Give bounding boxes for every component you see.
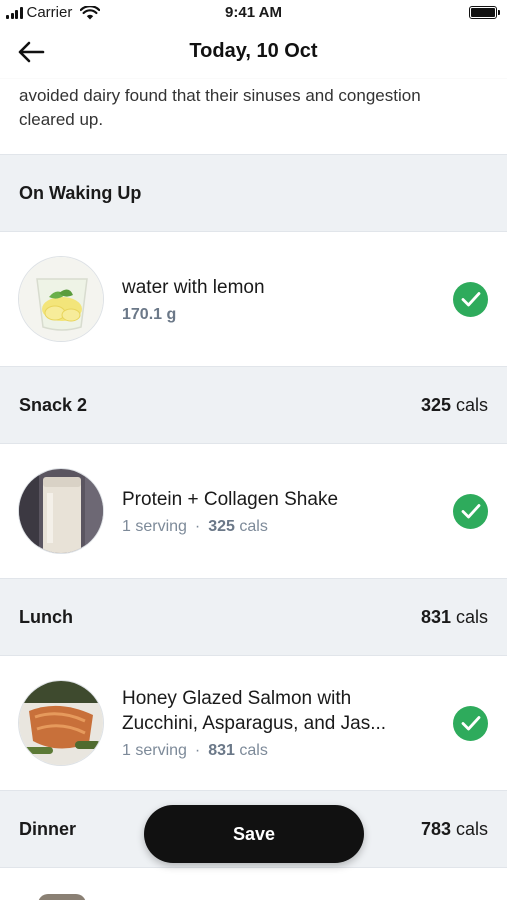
section-title: Lunch	[19, 606, 73, 627]
checkmark-icon	[461, 716, 480, 731]
battery-icon	[469, 6, 500, 19]
section-calories-value: 325	[420, 394, 451, 415]
food-name-line-1: Honey Glazed Salmon with	[122, 688, 352, 709]
section-calories: 325 cals	[421, 395, 488, 416]
food-name-line-2: Zucchini, Asparagus, and Jas...	[122, 713, 387, 734]
food-calories-unit: cals	[234, 742, 268, 759]
food-serving: 1 serving	[122, 742, 187, 759]
section-calories-unit: cals	[450, 818, 488, 839]
food-calories-unit: cals	[234, 517, 268, 535]
food-item-water-with-lemon[interactable]: water with lemon 170.1 g	[0, 232, 507, 366]
food-thumbnail	[38, 894, 86, 900]
food-calories-value: 325	[208, 517, 235, 535]
food-info: Honey Glazed Salmon with Zucchini, Aspar…	[122, 686, 441, 760]
section-calories-value: 831	[420, 606, 451, 627]
food-thumbnail	[18, 468, 104, 554]
intro-line-2: cleared up.	[19, 110, 104, 129]
checked-toggle[interactable]	[453, 705, 488, 741]
intro-line-1: avoided dairy found that their sinuses a…	[19, 86, 421, 105]
section-header-lunch: Lunch 831 cals	[0, 578, 507, 656]
food-info: Protein + Collagen Shake 1 serving · 325 c…	[122, 487, 441, 536]
section-header-on-waking-up: On Waking Up	[0, 154, 507, 232]
section-header-snack-2: Snack 2 325 cals	[0, 366, 507, 444]
food-meta: 170.1 g	[122, 306, 441, 324]
meal-log-list[interactable]: avoided dairy found that their sinuses a…	[0, 78, 507, 900]
section-calories: 783 cals	[421, 819, 488, 840]
section-calories-unit: cals	[450, 394, 488, 415]
section-title: Snack 2	[19, 394, 88, 415]
food-item-partial[interactable]	[0, 868, 507, 900]
save-button[interactable]: Save	[144, 805, 364, 863]
section-calories-value: 783	[420, 818, 451, 839]
status-bar: Carrier 9:41 AM	[0, 0, 507, 26]
checked-toggle[interactable]	[453, 281, 488, 317]
checkmark-icon	[461, 504, 480, 519]
section-title: Dinner	[19, 818, 77, 839]
food-meta: 1 serving · 325 cals	[122, 518, 441, 536]
food-item-protein-collagen-shake[interactable]: Protein + Collagen Shake 1 serving · 325 c…	[0, 444, 507, 578]
food-name: water with lemon	[122, 276, 265, 298]
food-info: water with lemon 170.1 g	[122, 275, 441, 324]
separator-dot: ·	[194, 742, 201, 759]
section-calories: 831 cals	[421, 607, 488, 628]
food-meta: 1 serving · 831 cals	[122, 742, 441, 760]
separator-dot: ·	[194, 517, 201, 535]
checked-toggle[interactable]	[453, 493, 488, 529]
food-amount: 170.1 g	[122, 305, 177, 323]
page-title: Today, 10 Oct	[189, 40, 318, 62]
status-time: 9:41 AM	[225, 4, 282, 21]
top-nav-bar: Today, 10 Oct	[0, 26, 507, 78]
checkmark-icon	[461, 292, 480, 307]
food-thumbnail	[18, 680, 104, 766]
section-calories-unit: cals	[450, 606, 488, 627]
food-thumbnail	[18, 256, 104, 342]
food-item-honey-glazed-salmon[interactable]: Honey Glazed Salmon with Zucchini, Aspar…	[0, 656, 507, 790]
food-serving: 1 serving	[122, 517, 187, 535]
food-name: Protein + Collagen Shake	[122, 488, 339, 510]
intro-text: avoided dairy found that their sinuses a…	[0, 78, 507, 154]
food-calories-value: 831	[208, 742, 235, 759]
section-title: On Waking Up	[19, 182, 142, 203]
